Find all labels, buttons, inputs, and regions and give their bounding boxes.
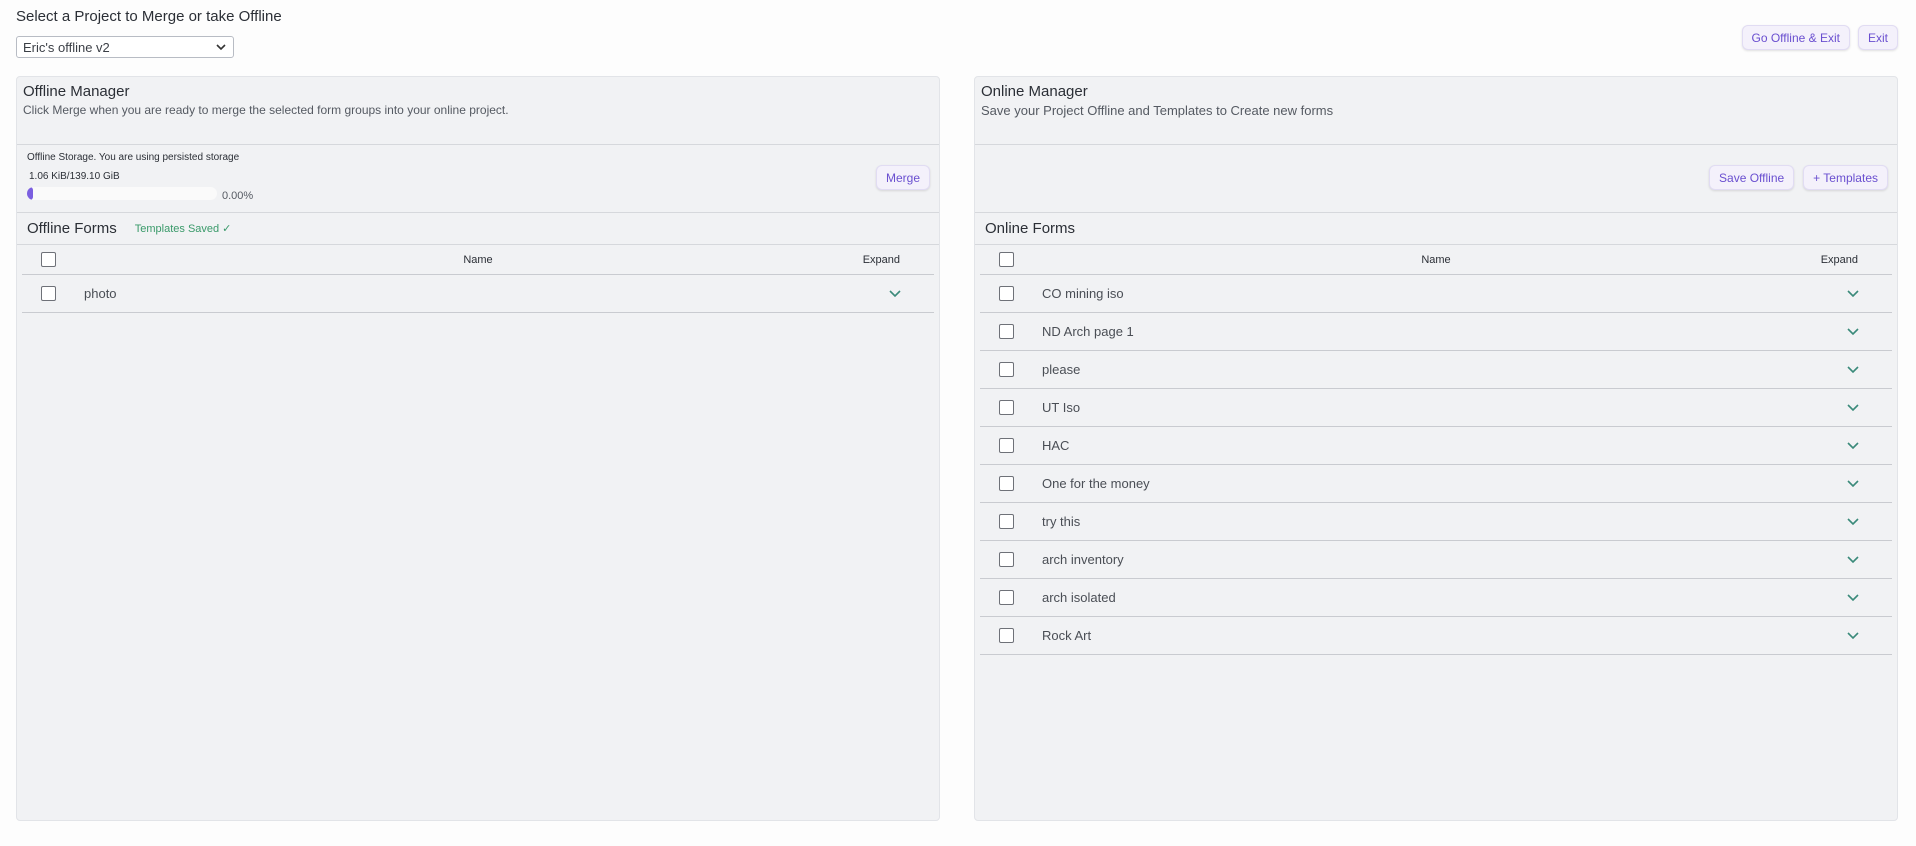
chevron-down-icon[interactable] [1846,593,1860,603]
online-forms-title: Online Forms [985,220,1076,237]
row-checkbox[interactable] [999,514,1014,529]
online-manager-panel: Online Manager Save your Project Offline… [974,76,1898,821]
table-row: arch isolated [980,579,1892,617]
table-header: Name Expand [980,245,1892,275]
offline-manager-panel: Offline Manager Click Merge when you are… [16,76,940,821]
row-checkbox[interactable] [999,362,1014,377]
online-manager-title: Online Manager [981,83,1088,100]
table-row: One for the money [980,465,1892,503]
row-checkbox[interactable] [999,628,1014,643]
chevron-down-icon[interactable] [1846,517,1860,527]
top-actions: Go Offline & Exit Exit [1741,25,1898,50]
online-manager-header: Online Manager Save your Project Offline… [975,77,1897,145]
storage-percent: 0.00% [222,190,254,202]
storage-label: Offline Storage. You are using persisted… [27,152,240,163]
add-templates-button[interactable]: + Templates [1803,165,1888,190]
table-row: Rock Art [980,617,1892,655]
project-select-value: Eric's offline v2 [23,39,110,55]
table-row: try this [980,503,1892,541]
chevron-down-icon[interactable] [1846,403,1860,413]
merge-button[interactable]: Merge [875,165,930,190]
row-checkbox[interactable] [999,552,1014,567]
table-row: UT Iso [980,389,1892,427]
table-row: ND Arch page 1 [980,313,1892,351]
form-name: ND Arch page 1 [1042,324,1134,339]
row-checkbox[interactable] [999,400,1014,415]
chevron-down-icon[interactable] [1846,289,1860,299]
project-select[interactable]: Eric's offline v2 [16,36,234,58]
page-title: Select a Project to Merge or take Offlin… [16,8,282,25]
offline-forms-title: Offline Forms [27,220,117,237]
row-checkbox[interactable] [999,324,1014,339]
column-expand: Expand [862,253,900,266]
offline-manager-subtitle: Click Merge when you are ready to merge … [23,103,509,117]
table-header: Name Expand [22,245,934,275]
form-name: arch isolated [1042,590,1116,605]
table-row: HAC [980,427,1892,465]
chevron-down-icon[interactable] [1846,441,1860,451]
table-row: photo [22,275,934,313]
row-checkbox[interactable] [999,476,1014,491]
column-expand: Expand [1820,253,1858,266]
online-manager-subtitle: Save your Project Offline and Templates … [981,103,1334,118]
form-name: HAC [1042,438,1070,453]
row-checkbox[interactable] [999,438,1014,453]
column-name: Name [1421,253,1451,266]
online-forms-header: Online Forms [975,213,1897,245]
row-checkbox[interactable] [999,590,1014,605]
offline-forms-header: Offline Forms Templates Saved ✓ [17,213,939,245]
form-name: UT Iso [1042,400,1081,415]
row-checkbox[interactable] [999,286,1014,301]
save-offline-button[interactable]: Save Offline [1709,165,1795,190]
go-offline-exit-button[interactable]: Go Offline & Exit [1741,25,1850,50]
offline-storage-section: Offline Storage. You are using persisted… [17,145,939,213]
offline-manager-header: Offline Manager Click Merge when you are… [17,77,939,145]
form-name: please [1042,362,1081,377]
table-row: arch inventory [980,541,1892,579]
chevron-down-icon[interactable] [1846,555,1860,565]
storage-progress-bar [27,187,217,200]
chevron-down-icon[interactable] [1846,327,1860,337]
chevron-down-icon[interactable] [1846,479,1860,489]
form-name: One for the money [1042,476,1150,491]
storage-size: 1.06 KiB/139.10 GiB [29,171,120,182]
chevron-down-icon[interactable] [888,289,902,299]
form-name: CO mining iso [1042,286,1124,301]
form-name: photo [84,286,117,301]
form-name: try this [1042,514,1081,529]
chevron-down-icon [216,44,226,51]
online-forms-table: Name Expand CO mining iso ND Arch page 1 p… [980,245,1892,655]
templates-saved-status: Templates Saved ✓ [134,223,232,235]
exit-button[interactable]: Exit [1857,25,1898,50]
offline-forms-table: Name Expand photo [22,245,934,313]
form-name: Rock Art [1042,628,1092,643]
chevron-down-icon[interactable] [1846,365,1860,375]
column-name: Name [463,253,493,266]
storage-progress-fill [27,187,33,200]
offline-manager-title: Offline Manager [23,83,130,100]
form-name: arch inventory [1042,552,1124,567]
table-row: please [980,351,1892,389]
row-checkbox[interactable] [41,286,56,301]
online-actions-section: Save Offline + Templates [975,145,1897,213]
chevron-down-icon[interactable] [1846,631,1860,641]
table-row: CO mining iso [980,275,1892,313]
